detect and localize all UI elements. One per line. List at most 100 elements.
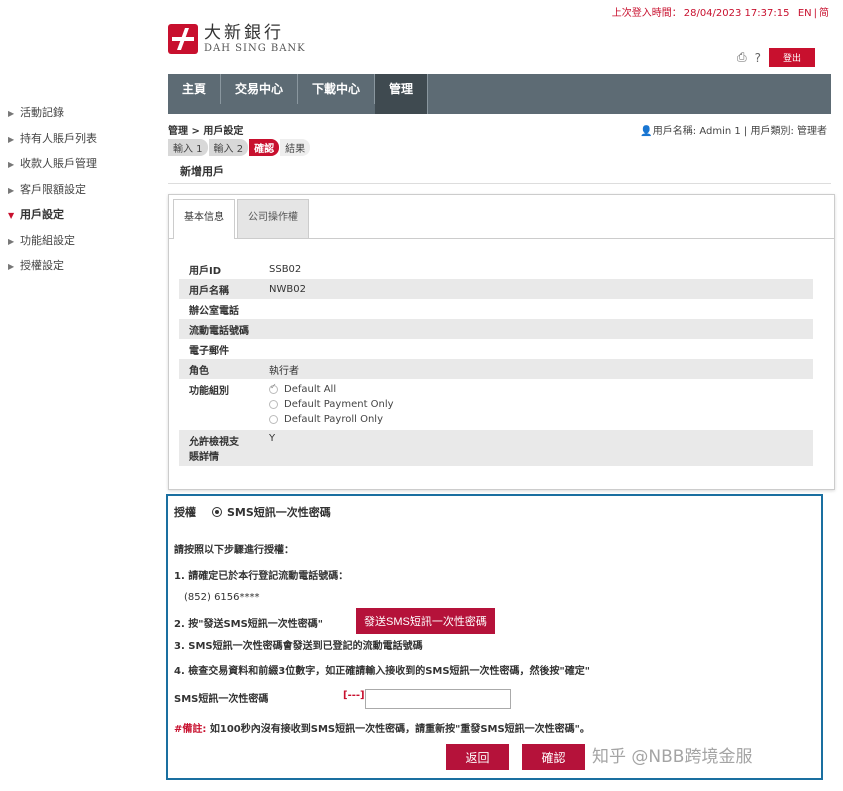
tab-basic-info[interactable]: 基本信息: [173, 199, 235, 239]
registered-phone: (852) 6156****: [184, 592, 260, 603]
radio-empty-icon: [269, 400, 278, 409]
info-row-function-group: 功能組別 Default All Default Payment Only De…: [179, 379, 813, 430]
auth-step-4: 4. 檢查交易資料和前綴3位數字，如正確請輸入接收到的SMS短訊一次性密碼，然後…: [174, 666, 590, 677]
sidebar-item-authorization[interactable]: ▶ 授權設定: [8, 253, 158, 279]
auth-step-3: 3. SMS短訊一次性密碼會發送到已登記的流動電話號碼: [174, 641, 423, 652]
auth-step-1: 1. 請確定已於本行登記流動電話號碼：: [174, 571, 349, 582]
field-label: 用戶名稱: [189, 285, 229, 297]
field-value: 執行者: [269, 365, 299, 377]
function-option: Default All: [269, 382, 394, 397]
function-option: Default Payment Only: [269, 397, 394, 412]
field-label: 功能組別: [189, 386, 229, 397]
info-row-user-name: 用戶名稱 NWB02: [179, 279, 813, 299]
sidebar-item-payee-accounts[interactable]: ▶ 收款人賬戶管理: [8, 151, 158, 177]
field-value: Y: [269, 433, 276, 444]
function-option: Default Payroll Only: [269, 412, 394, 427]
sidebar-item-label: 持有人賬戶列表: [20, 131, 97, 145]
bank-logo-mark-icon: [168, 24, 198, 54]
sidebar-item-user-settings[interactable]: ▼ 用戶設定: [8, 202, 158, 228]
otp-note: #備註: 如100秒內沒有接收到SMS短訊一次性密碼，請重新按"重發SMS短訊一…: [174, 720, 590, 735]
field-label: 電子郵件: [189, 345, 229, 357]
bank-name-cn: 大新銀行: [204, 23, 284, 44]
sms-otp-radio[interactable]: [212, 507, 222, 517]
watermark: 知乎 @NBB跨境金服: [592, 747, 753, 767]
nav-management[interactable]: 管理: [375, 74, 429, 114]
sidebar-item-customer-limits[interactable]: ▶ 客戶限額設定: [8, 177, 158, 203]
auth-step-2: 2. 按"發送SMS短訊一次性密碼": [174, 619, 324, 630]
user-info: 👤用戶名稱: Admin 1 | 用戶類別: 管理者: [640, 122, 827, 137]
field-value: NWB02: [269, 283, 306, 295]
auth-method-label: SMS短訊一次性密碼: [227, 506, 331, 519]
otp-label: SMS短訊一次性密碼: [174, 694, 269, 705]
print-icon[interactable]: ⎙: [737, 50, 747, 65]
help-icon[interactable]: ?: [755, 51, 761, 65]
sidebar: ▶ 活動記錄 ▶ 持有人賬戶列表 ▶ 收款人賬戶管理 ▶ 客戶限額設定 ▼ 用戶設定 ▶ 功…: [8, 100, 158, 279]
bank-name-en: DAH SING BANK: [204, 42, 306, 54]
back-button[interactable]: 返回: [446, 744, 509, 770]
auth-label: 授權: [174, 506, 196, 519]
breadcrumb: 管理 > 用戶設定: [168, 126, 244, 137]
info-row-user-id: 用戶ID SSB02: [179, 259, 813, 279]
arrow-right-icon: ▶: [8, 109, 15, 118]
field-label: 用戶ID: [189, 265, 222, 277]
send-sms-otp-button[interactable]: 發送SMS短訊一次性密碼: [356, 608, 495, 634]
last-login-time: 28/04/2023 17:37:15: [683, 8, 790, 19]
sidebar-item-label: 功能組設定: [20, 233, 75, 247]
field-label-line: 允許檢視支: [189, 437, 239, 448]
field-label: 辦公室電話: [189, 305, 239, 317]
arrow-right-icon: ▶: [8, 160, 15, 169]
arrow-right-icon: ▶: [8, 236, 15, 246]
field-label: 允許檢視支 賬詳情: [179, 433, 269, 463]
radio-empty-icon: [269, 415, 278, 424]
tab-bar: 基本信息 公司操作權: [169, 195, 834, 239]
logout-button[interactable]: 登出: [768, 48, 815, 67]
progress-steps: 輸入 1 輸入 2 確認 結果: [168, 139, 311, 156]
otp-prefix: [---]: [343, 690, 365, 701]
step-input-1: 輸入 1: [168, 139, 208, 156]
auth-method-row: 授權 SMS短訊一次性密碼: [174, 504, 331, 520]
step-input-2: 輸入 2: [208, 139, 249, 156]
function-option-label: Default Payroll Only: [284, 414, 383, 425]
field-value: SSB02: [269, 263, 302, 275]
main-nav: 主頁 交易中心 下載中心 管理: [168, 74, 831, 114]
check-icon: [269, 382, 278, 394]
user-info-panel: 基本信息 公司操作權 用戶ID SSB02 用戶名稱 NWB02 辦公室電話 流…: [168, 194, 835, 490]
confirm-button[interactable]: 確認: [522, 744, 585, 770]
lang-sc-link[interactable]: 简: [819, 8, 829, 19]
sidebar-item-function-groups[interactable]: ▶ 功能組設定: [8, 228, 158, 254]
sidebar-item-label: 收款人賬戶管理: [20, 157, 97, 170]
nav-transaction-center[interactable]: 交易中心: [221, 74, 299, 104]
nav-download-center[interactable]: 下載中心: [298, 74, 376, 104]
tab-company-permissions[interactable]: 公司操作權: [237, 199, 309, 238]
nav-home[interactable]: 主頁: [168, 74, 222, 104]
arrow-right-icon: ▶: [8, 185, 15, 195]
info-row-role: 角色 執行者: [179, 359, 813, 379]
note-prefix: #備註:: [174, 724, 207, 735]
user-icon: 👤: [640, 126, 653, 137]
field-label-line: 賬詳情: [189, 452, 219, 463]
note-text: 如100秒內沒有接收到SMS短訊一次性密碼，請重新按"重發SMS短訊一次性密碼"…: [209, 724, 590, 735]
sidebar-item-holder-accounts[interactable]: ▶ 持有人賬戶列表: [8, 126, 158, 152]
arrow-right-icon: ▶: [8, 262, 15, 271]
bank-logo[interactable]: 大新銀行 DAH SING BANK: [168, 24, 306, 54]
info-row-mobile: 流動電話號碼: [179, 319, 813, 339]
page-title: 新增用戶: [180, 165, 224, 178]
info-row-email: 電子郵件: [179, 339, 813, 359]
arrow-down-icon: ▼: [8, 211, 15, 220]
info-table: 用戶ID SSB02 用戶名稱 NWB02 辦公室電話 流動電話號碼 電子郵件 …: [179, 259, 813, 466]
sidebar-item-activity-log[interactable]: ▶ 活動記錄: [8, 100, 158, 126]
step-confirm: 確認: [249, 139, 280, 156]
info-row-office-phone: 辦公室電話: [179, 299, 813, 319]
auth-instruction: 請按照以下步驟進行授權：: [174, 545, 294, 556]
info-row-allow-view: 允許檢視支賬詳情 Y: [179, 430, 813, 466]
sidebar-item-label: 用戶設定: [20, 208, 64, 221]
sidebar-item-label: 授權設定: [20, 259, 64, 272]
lang-en-link[interactable]: EN: [798, 8, 812, 19]
step-result: 結果: [280, 139, 311, 156]
function-group-options: Default All Default Payment Only Default…: [269, 382, 394, 427]
field-label: 角色: [189, 365, 209, 377]
divider: [168, 183, 831, 184]
user-info-text: 用戶名稱: Admin 1 | 用戶類別: 管理者: [652, 126, 827, 137]
otp-input[interactable]: [365, 689, 511, 709]
field-label: 流動電話號碼: [189, 325, 249, 337]
